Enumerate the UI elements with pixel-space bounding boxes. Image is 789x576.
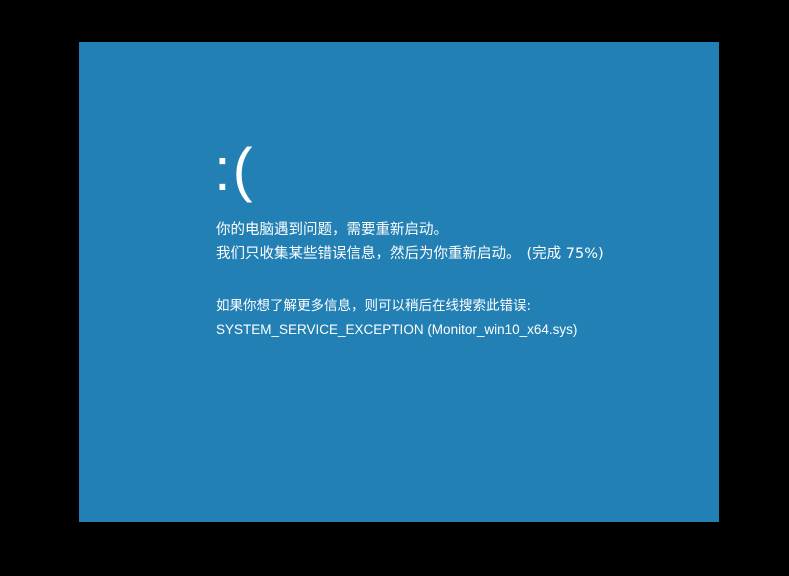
stop-code: SYSTEM_SERVICE_EXCEPTION (Monitor_win10_… xyxy=(216,322,578,337)
sad-face-emoticon: :( xyxy=(214,136,255,203)
progress-text: (完成 75%) xyxy=(526,246,604,262)
bsod-content: :( 你的电脑遇到问题，需要重新启动。 我们只收集某些错误信息，然后为你重新启动… xyxy=(214,136,696,342)
error-message-line-1: 你的电脑遇到问题，需要重新启动。 xyxy=(216,222,448,238)
info-line: 如果你想了解更多信息，则可以稍后在线搜索此错误: xyxy=(216,298,532,314)
bsod-screen: :( 你的电脑遇到问题，需要重新启动。 我们只收集某些错误信息，然后为你重新启动… xyxy=(79,42,719,522)
error-message-text: 我们只收集某些错误信息，然后为你重新启动。 xyxy=(216,246,521,262)
error-message-line-2: 我们只收集某些错误信息，然后为你重新启动。 (完成 75%) xyxy=(216,242,696,266)
info-section: 如果你想了解更多信息，则可以稍后在线搜索此错误: SYSTEM_SERVICE_… xyxy=(216,294,696,342)
